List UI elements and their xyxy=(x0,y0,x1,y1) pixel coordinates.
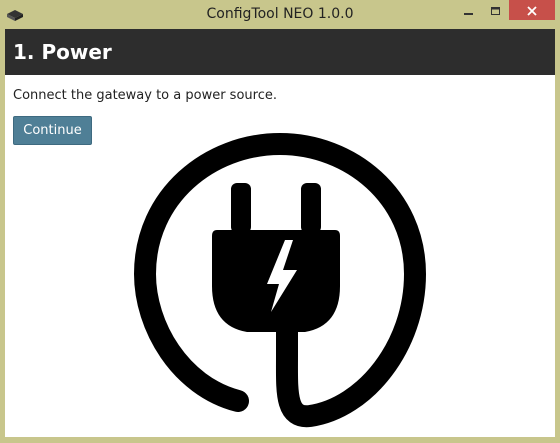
app-window: ConfigTool NEO 1.0.0 1. Power Connect th… xyxy=(0,0,560,443)
main-content: 1. Power Connect the gateway to a power … xyxy=(5,29,555,437)
minimize-icon xyxy=(463,1,474,20)
maximize-icon xyxy=(490,1,501,20)
maximize-button[interactable] xyxy=(482,0,509,20)
power-plug-icon xyxy=(125,126,435,431)
close-icon xyxy=(527,1,537,20)
page-title: 1. Power xyxy=(13,40,112,64)
step-header: 1. Power xyxy=(5,29,555,75)
continue-button[interactable]: Continue xyxy=(13,116,92,145)
title-bar[interactable]: ConfigTool NEO 1.0.0 xyxy=(0,0,560,28)
close-button[interactable] xyxy=(509,0,555,20)
minimize-button[interactable] xyxy=(455,0,482,20)
instruction-text: Connect the gateway to a power source. xyxy=(13,88,277,103)
